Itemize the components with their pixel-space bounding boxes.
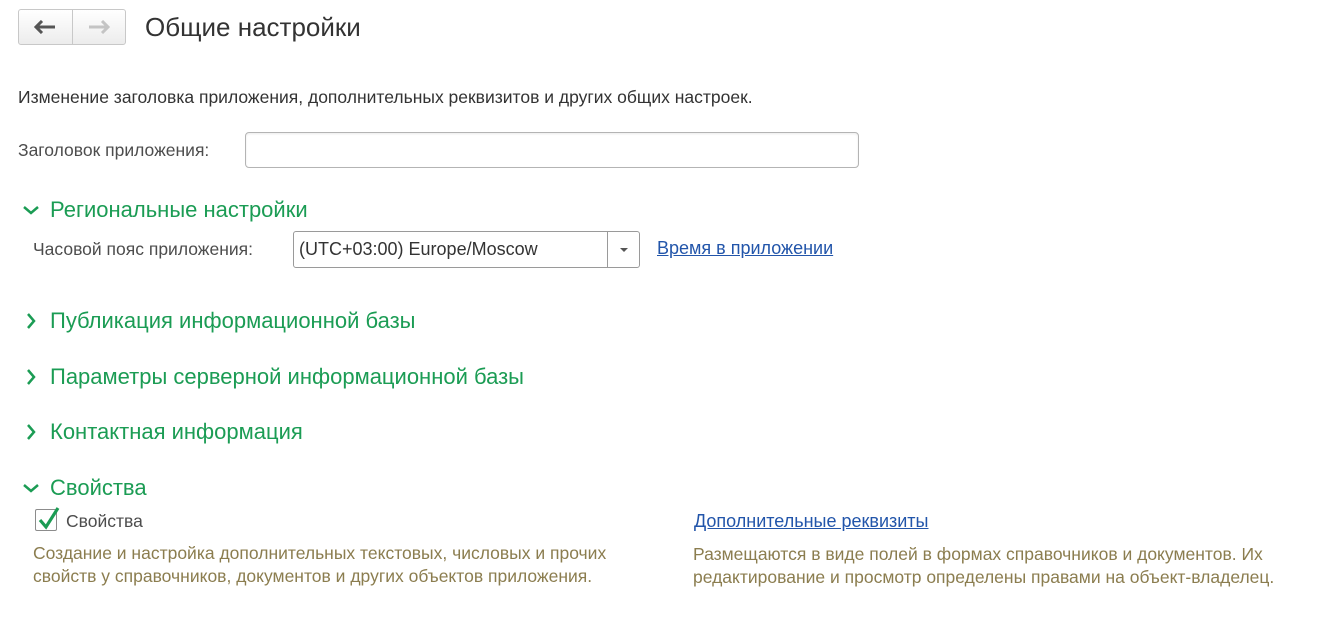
caret-down-icon — [619, 247, 628, 252]
chevron-down-icon — [20, 477, 42, 499]
timezone-select[interactable]: (UTC+03:00) Europe/Moscow — [293, 231, 640, 268]
timezone-label: Часовой пояс приложения: — [33, 239, 253, 259]
chevron-right-icon — [20, 366, 42, 388]
arrow-right-icon — [88, 20, 110, 34]
properties-checkbox-label[interactable]: Свойства — [66, 510, 143, 532]
group-contact-info[interactable]: Контактная информация — [20, 417, 303, 447]
chevron-right-icon — [20, 421, 42, 443]
group-regional-label: Региональные настройки — [50, 197, 308, 222]
back-button[interactable] — [19, 10, 72, 44]
properties-checkbox[interactable] — [35, 507, 60, 531]
timezone-value: (UTC+03:00) Europe/Moscow — [299, 239, 538, 259]
group-publication-label: Публикация информационной базы — [50, 308, 416, 333]
app-time-link[interactable]: Время в приложении — [657, 238, 833, 259]
app-title-label: Заголовок приложения: — [18, 140, 210, 160]
group-publication[interactable]: Публикация информационной базы — [20, 306, 415, 336]
additional-attributes-hint: Размещаются в виде полей в формах справо… — [693, 544, 1275, 587]
group-regional-settings[interactable]: Региональные настройки — [20, 195, 308, 225]
group-contact-info-label: Контактная информация — [50, 419, 303, 444]
forward-button[interactable] — [71, 10, 126, 44]
chevron-down-icon — [20, 199, 42, 221]
chevron-right-icon — [20, 310, 42, 332]
app-title-input[interactable] — [245, 132, 859, 168]
timezone-dropdown-button[interactable] — [607, 232, 639, 267]
page-title: Общие настройки — [145, 12, 361, 42]
additional-attributes-link[interactable]: Дополнительные реквизиты — [694, 511, 929, 532]
navigation-buttons — [18, 9, 126, 45]
group-properties[interactable]: Свойства — [20, 473, 147, 503]
group-server-params[interactable]: Параметры серверной информационной базы — [20, 362, 524, 392]
properties-hint: Создание и настройка дополнительных текс… — [33, 543, 607, 586]
group-properties-label: Свойства — [50, 475, 147, 500]
checkmark-icon — [38, 507, 60, 530]
arrow-left-icon — [34, 20, 56, 34]
page-description: Изменение заголовка приложения, дополнит… — [18, 87, 753, 107]
group-server-params-label: Параметры серверной информационной базы — [50, 364, 524, 389]
